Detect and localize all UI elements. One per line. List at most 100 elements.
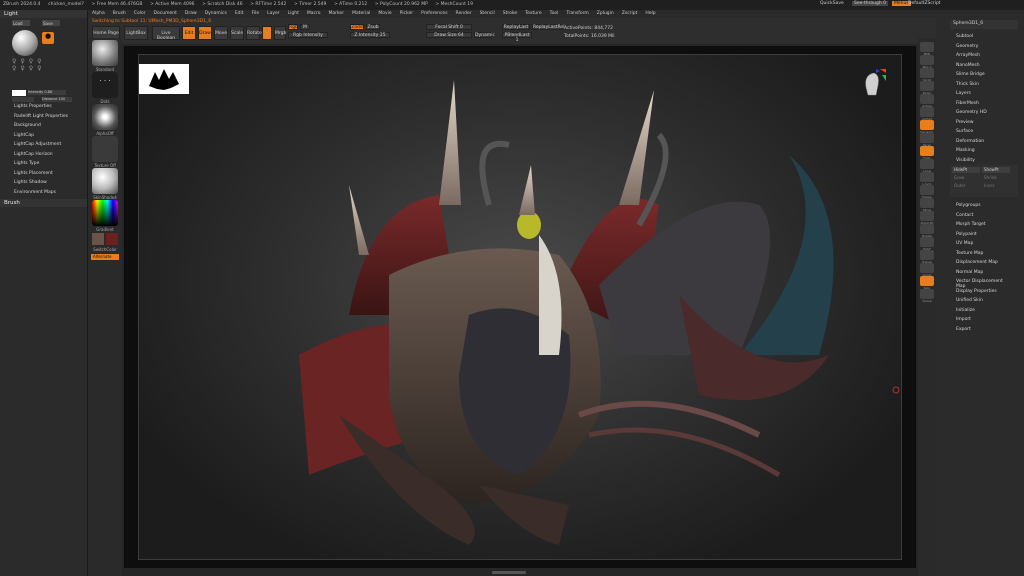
shelf-dynamic-button[interactable]: Dynamic: [920, 120, 934, 134]
shelf-floor-button[interactable]: Floor: [920, 146, 934, 160]
shelf-actual-button[interactable]: Actual: [920, 94, 934, 108]
tool-subpalette-vector-displacement-map[interactable]: Vector Displacement Map: [936, 277, 1024, 289]
bottom-shelf-handle[interactable]: [492, 571, 526, 574]
tool-subpalette-polygroups[interactable]: Polygroups: [936, 201, 1024, 211]
mrgb-button[interactable]: Mrgb: [274, 26, 286, 40]
tool-subpalette-geometry-hd[interactable]: Geometry HD: [936, 108, 1024, 118]
outer-button[interactable]: Outer: [952, 183, 980, 189]
shelf-xpose-button[interactable]: Xpose: [920, 289, 934, 303]
stroke-dots-icon[interactable]: · · ·: [92, 72, 118, 98]
tool-subpalette-export[interactable]: Export: [936, 325, 1024, 335]
menu-brush[interactable]: Brush: [109, 10, 130, 17]
tool-subpalette-texture-map[interactable]: Texture Map: [936, 249, 1024, 259]
distance-slider[interactable]: Distance 100: [42, 97, 72, 102]
tool-subpalette-unified-skin[interactable]: Unified Skin: [936, 296, 1024, 306]
tool-subpalette-deformation[interactable]: Deformation: [936, 137, 1024, 147]
menu-zscript[interactable]: Zscript: [618, 10, 642, 17]
live-boolean-button[interactable]: Live Boolean: [152, 26, 180, 41]
menu-file[interactable]: File: [248, 10, 264, 17]
rotate-button[interactable]: Rotate: [246, 26, 262, 40]
shelf-zoom-button[interactable]: Zoom: [920, 81, 934, 95]
menu-transform[interactable]: Transform: [562, 10, 592, 17]
tool-subpalette-displacement-map[interactable]: Displacement Map: [936, 258, 1024, 268]
tool-subpalette-initialize[interactable]: Initialize: [936, 306, 1024, 316]
menu-picker[interactable]: Picker: [396, 10, 417, 17]
shelf-rotate-button[interactable]: Rotate: [920, 224, 934, 238]
rgb-button[interactable]: Rgb: [288, 24, 298, 30]
menu-macro[interactable]: Macro: [303, 10, 325, 17]
shelf-aahalf-button[interactable]: AAHalf: [920, 107, 934, 121]
zadd-button[interactable]: Zadd: [350, 24, 364, 30]
tool-subpalette-morph-target[interactable]: Morph Target: [936, 220, 1024, 230]
shelf-bpr-button[interactable]: BPR: [920, 42, 934, 56]
replay-last-button[interactable]: ReplayLast: [502, 24, 530, 30]
menu-zplugin[interactable]: Zplugin: [593, 10, 618, 17]
texture-icon[interactable]: [92, 136, 118, 162]
shelf-l-sym-button[interactable]: L.Sym: [920, 172, 934, 186]
light-color-swatch[interactable]: [12, 90, 26, 96]
tool-subpalette-visibility[interactable]: Visibility: [936, 156, 1024, 166]
replay-last-rel-button[interactable]: ReplayLastRel: [532, 24, 565, 30]
tool-subpalette-normal-map[interactable]: Normal Map: [936, 268, 1024, 278]
tool-subpalette-polypaint[interactable]: Polypaint: [936, 230, 1024, 240]
light-subpalette-environment-maps[interactable]: Environment Maps: [0, 188, 87, 198]
head-gizmo-icon[interactable]: [862, 67, 888, 99]
scale-button[interactable]: Scale: [230, 26, 244, 40]
light-subpalette-lightcap-adjustment[interactable]: LightCap Adjustment: [0, 140, 87, 150]
alternate-button[interactable]: Alternate: [91, 254, 119, 260]
shelf-solo-button[interactable]: Solo: [920, 276, 934, 290]
menu-material[interactable]: Material: [348, 10, 374, 17]
shelf-scroll-button[interactable]: Scroll: [920, 68, 934, 82]
tool-subpalette-layers[interactable]: Layers: [936, 89, 1024, 99]
showpt-button[interactable]: ShowPt: [982, 167, 1010, 173]
creature-model[interactable]: [139, 55, 903, 561]
shelf-spix-3-button[interactable]: SPix 3: [920, 55, 934, 69]
tool-subpalette-preview[interactable]: Preview: [936, 118, 1024, 128]
menu-document[interactable]: Document: [150, 10, 181, 17]
default-zscript-button[interactable]: DefaultZScript: [908, 1, 941, 6]
dynamic-button[interactable]: Dynamic: [474, 32, 495, 38]
material-sphere-icon[interactable]: [92, 168, 118, 194]
lightbulb-icon[interactable]: ●: [42, 32, 54, 44]
shelf-local-button[interactable]: Local: [920, 159, 934, 173]
menu-stencil[interactable]: Stencil: [476, 10, 499, 17]
shelf-polyf-button[interactable]: PolyF: [920, 237, 934, 251]
secondary-color-swatch[interactable]: [106, 233, 118, 245]
menu-tool[interactable]: Tool: [546, 10, 563, 17]
shelf-move-button[interactable]: Move: [920, 198, 934, 212]
shelf-ghost-button[interactable]: Ghost: [920, 263, 934, 277]
switch-color-label[interactable]: SwitchColor: [88, 247, 122, 252]
light-subpalette-lights-properties[interactable]: Lights Properties: [0, 102, 87, 112]
brush-palette-title[interactable]: Brush: [0, 199, 87, 207]
shelf-persp-button[interactable]: Persp: [920, 133, 934, 147]
menu-stroke[interactable]: Stroke: [499, 10, 521, 17]
menu-preferences[interactable]: Preferences: [417, 10, 451, 17]
see-through-slider[interactable]: See-through 0: [852, 1, 888, 6]
save-button[interactable]: Save: [42, 20, 60, 26]
menu-light[interactable]: Light: [284, 10, 303, 17]
light-subpalette-lightcap-horizon[interactable]: LightCap Horizon: [0, 150, 87, 160]
menu-render[interactable]: Render: [452, 10, 476, 17]
menu-dynamics[interactable]: Dynamics: [201, 10, 231, 17]
move-button[interactable]: Move: [214, 26, 228, 40]
light-preview-sphere[interactable]: [12, 30, 38, 56]
shrink-button[interactable]: Shrink: [982, 175, 1010, 181]
draw-size-slider[interactable]: Draw Size 64: [426, 32, 472, 38]
menu-alpha[interactable]: Alpha: [88, 10, 109, 17]
alpha-icon[interactable]: [92, 104, 118, 130]
light-subpalette-lights-type[interactable]: Lights Type: [0, 159, 87, 169]
main-color-swatch[interactable]: [92, 233, 104, 245]
tool-subpalette-arraymesh[interactable]: ArrayMesh: [936, 51, 1024, 61]
material-icon[interactable]: [262, 26, 272, 40]
shelf-frame-button[interactable]: Frame: [920, 185, 934, 199]
color-picker[interactable]: [92, 200, 118, 226]
menu-color[interactable]: Color: [130, 10, 150, 17]
inner-button[interactable]: Inner: [982, 183, 1010, 189]
tool-subpalette-uv-map[interactable]: UV Map: [936, 239, 1024, 249]
z-intensity-slider[interactable]: Z Intensity 25: [350, 32, 390, 38]
light-subpalette-lights-shadow[interactable]: Lights Shadow: [0, 178, 87, 188]
menu-movie[interactable]: Movie: [374, 10, 395, 17]
menu-layer[interactable]: Layer: [263, 10, 284, 17]
light-subpalette-lights-placement[interactable]: Lights Placement: [0, 169, 87, 179]
lightbox-button[interactable]: LightBox: [124, 26, 148, 40]
